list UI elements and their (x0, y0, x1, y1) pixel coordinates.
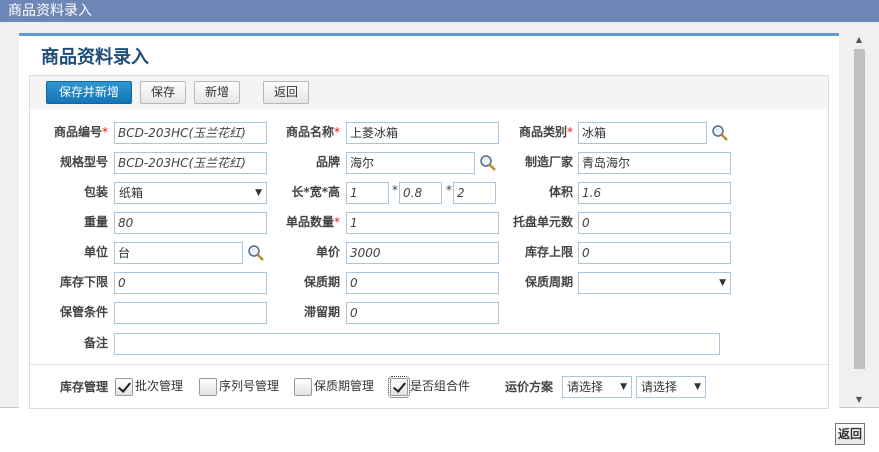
freight-select-2[interactable]: 请选择 ▼ (636, 376, 706, 398)
chevron-down-icon: ▼ (255, 188, 262, 198)
stock-max-input[interactable]: 0 (578, 242, 731, 264)
spec-label: 规格型号 (59, 155, 108, 169)
scrollbar-thumb[interactable] (854, 49, 865, 369)
brand-magnifier-icon[interactable] (479, 154, 497, 172)
save-and-new-button[interactable]: 保存并新增 (46, 81, 132, 104)
batch-label: 批次管理 (135, 379, 184, 393)
pack-select[interactable]: 纸箱 ▼ (114, 182, 267, 204)
back-button[interactable]: 返回 (263, 81, 309, 104)
save-button[interactable]: 保存 (140, 81, 186, 104)
chevron-down-icon: ▼ (719, 278, 726, 288)
stock-max-label: 库存上限 (524, 245, 573, 259)
unit-magnifier-icon[interactable] (247, 244, 265, 262)
stay-input[interactable]: 0 (346, 302, 499, 324)
storage-label: 保管条件 (59, 305, 108, 319)
add-button[interactable]: 新增 (194, 81, 240, 104)
weight-input[interactable]: 80 (114, 212, 267, 234)
remark-label: 备注 (83, 336, 108, 350)
maker-input[interactable]: 青岛海尔 (578, 152, 731, 174)
price-input[interactable]: 3000 (346, 242, 499, 264)
scroll-up-icon[interactable]: ▲ (851, 33, 867, 47)
freight-label: 运价方案 (504, 380, 553, 394)
pack-select-value: 纸箱 (119, 186, 144, 200)
times-sign-2: * (446, 183, 452, 197)
serial-checkbox[interactable] (199, 378, 217, 396)
combo-checkbox[interactable] (388, 376, 410, 398)
price-label: 单价 (315, 245, 340, 259)
shelf-mgmt-checkbox[interactable] (294, 378, 312, 396)
name-input[interactable]: 上菱冰箱 (346, 122, 499, 144)
chevron-down-icon: ▼ (620, 382, 627, 392)
volume-label: 体积 (548, 185, 573, 199)
freight-select-1[interactable]: 请选择 ▼ (562, 376, 632, 398)
brand-input[interactable]: 海尔 (346, 152, 475, 174)
category-label: 商品类别* (518, 125, 573, 139)
page-title: 商品资料录入 (41, 47, 149, 68)
freight-select-1-value: 请选择 (567, 380, 604, 394)
chevron-down-icon: ▼ (694, 382, 701, 392)
pallet-label: 托盘单元数 (512, 215, 573, 229)
unit-input[interactable]: 台 (114, 242, 243, 264)
remark-input[interactable] (114, 333, 720, 355)
form-panel: 商品资料录入 保存并新增 保存 新增 返回 商品编号* BCD-203HC(玉兰… (19, 33, 839, 409)
length-input[interactable]: 1 (346, 182, 389, 204)
shelf-life-input[interactable]: 0 (346, 272, 499, 294)
shelf-cycle-label: 保质周期 (524, 275, 573, 289)
product-form: 商品编号* BCD-203HC(玉兰花红) 商品名称* 上菱冰箱 商品类别* 冰… (29, 109, 830, 409)
footer-back-button[interactable]: 返回 (835, 423, 865, 445)
width-input[interactable]: 0.8 (399, 182, 442, 204)
toolbar: 保存并新增 保存 新增 返回 (29, 75, 829, 109)
combo-label: 是否组合件 (410, 379, 471, 393)
stay-label: 滞留期 (303, 305, 340, 319)
serial-label: 序列号管理 (219, 379, 280, 393)
stock-min-input[interactable]: 0 (114, 272, 267, 294)
category-input[interactable]: 冰箱 (578, 122, 707, 144)
shelf-life-label: 保质期 (303, 275, 340, 289)
code-input[interactable]: BCD-203HC(玉兰花红) (114, 122, 267, 144)
brand-label: 品牌 (315, 155, 340, 169)
lwh-label: 长*宽*高 (291, 185, 340, 199)
batch-checkbox[interactable] (115, 378, 133, 396)
unit-qty-label: 单品数量* (285, 215, 340, 229)
window-title: 商品资料录入 (0, 0, 879, 22)
spec-input[interactable]: BCD-203HC(玉兰花红) (114, 152, 267, 174)
pack-label: 包装 (83, 185, 108, 199)
category-magnifier-icon[interactable] (711, 124, 729, 142)
freight-select-2-value: 请选择 (641, 380, 678, 394)
pallet-input[interactable]: 0 (578, 212, 731, 234)
unit-qty-input[interactable]: 1 (346, 212, 499, 234)
volume-input[interactable]: 1.6 (578, 182, 731, 204)
times-sign-1: * (392, 183, 398, 197)
maker-label: 制造厂家 (524, 155, 573, 169)
vertical-scrollbar[interactable]: ▲ ▼ (851, 33, 867, 407)
code-label: 商品编号* (53, 125, 108, 139)
name-label: 商品名称* (285, 125, 340, 139)
height-input[interactable]: 2 (453, 182, 496, 204)
inventory-label: 库存管理 (59, 380, 108, 394)
weight-label: 重量 (83, 215, 108, 229)
scroll-down-icon[interactable]: ▼ (851, 393, 867, 407)
stock-min-label: 库存下限 (59, 275, 108, 289)
unit-label: 单位 (83, 245, 108, 259)
storage-input[interactable] (114, 302, 267, 324)
shelf-mgmt-label: 保质期管理 (314, 379, 375, 393)
shelf-cycle-select[interactable]: ▼ (578, 272, 731, 294)
section-divider (30, 364, 830, 365)
